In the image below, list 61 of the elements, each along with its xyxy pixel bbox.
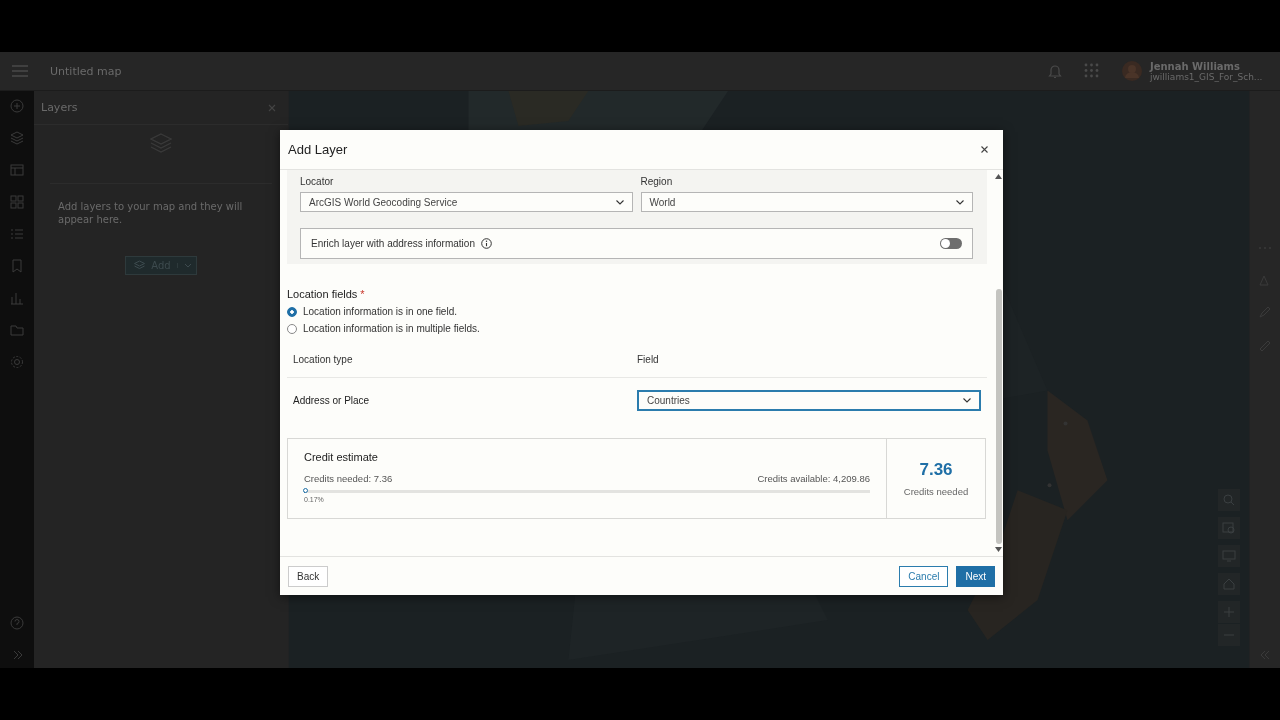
credits-available: Credits available: 4,209.86 xyxy=(757,473,870,484)
home-icon xyxy=(1222,577,1236,591)
credits-caption: Credits needed xyxy=(903,486,969,497)
dialog-button[interactable]: Next xyxy=(956,565,995,587)
card-title: Credit estimate xyxy=(304,451,379,463)
dialog-button[interactable]: Cancel xyxy=(899,565,949,587)
bookmark-icon[interactable] xyxy=(10,259,24,273)
folder-icon[interactable] xyxy=(10,323,24,337)
user-account: jwilliams1_GIS_For_Sch... xyxy=(1150,71,1260,82)
avatar-icon[interactable] xyxy=(1122,61,1142,81)
column-header: Field xyxy=(637,354,660,365)
toggle-switch[interactable] xyxy=(940,238,962,249)
apps-grid-icon[interactable] xyxy=(1084,63,1100,79)
chevron-down-icon xyxy=(615,199,624,205)
chevron-down-icon xyxy=(963,398,971,403)
info-icon xyxy=(480,238,492,249)
radio-button[interactable] xyxy=(287,306,297,317)
credits-value: 7.36 xyxy=(919,460,953,480)
map-title: Untitled map xyxy=(50,64,122,78)
search-button[interactable] xyxy=(1218,489,1240,511)
radio-label: Location information is in one field. xyxy=(303,306,457,317)
credits-needed: Credits needed: 7.36 xyxy=(304,473,393,484)
field-dropdown[interactable]: Countries xyxy=(637,390,981,411)
panel-title: Layers xyxy=(41,101,78,114)
grid-icon[interactable] xyxy=(10,195,24,209)
bell-icon[interactable] xyxy=(1048,63,1062,79)
close-icon[interactable] xyxy=(268,103,276,112)
screen-button[interactable] xyxy=(1218,545,1240,567)
arrow-up-icon xyxy=(995,174,1002,179)
layers-icon[interactable] xyxy=(10,131,24,145)
search-icon xyxy=(1222,493,1236,507)
menu-icon[interactable] xyxy=(12,65,28,77)
settings-icon[interactable] xyxy=(10,355,24,369)
dialog-title: Add Layer xyxy=(288,142,348,157)
enrich-label: Enrich layer with address information xyxy=(311,238,475,249)
radio-label: Location information is in multiple fields. xyxy=(303,323,480,334)
help-icon[interactable] xyxy=(10,616,24,630)
caret-icon xyxy=(183,263,192,268)
user-name: Jennah Williams xyxy=(1150,60,1240,72)
home-button[interactable] xyxy=(1218,573,1240,595)
arrow-down-icon xyxy=(995,547,1002,552)
locator-dropdown[interactable]: ArcGIS World Geocoding Service xyxy=(300,192,633,212)
field-label: Locator xyxy=(300,176,335,187)
table-icon[interactable] xyxy=(10,163,24,177)
layers-icon xyxy=(134,260,146,271)
location-type: Address or Place xyxy=(293,395,371,406)
dialog-button[interactable]: Back xyxy=(288,565,329,587)
column-header: Location type xyxy=(293,354,354,365)
empty-message: Add layers to your map and they will appear here. xyxy=(50,183,272,226)
region-dropdown[interactable]: World xyxy=(640,192,973,212)
field-label: Region xyxy=(640,176,674,187)
section-label: Location fields xyxy=(287,288,358,300)
basemap-icon xyxy=(1222,521,1236,535)
chart-icon[interactable] xyxy=(10,291,24,305)
radio-button[interactable] xyxy=(287,323,297,334)
zoom-in-button[interactable] xyxy=(1218,601,1240,623)
chevron-down-icon xyxy=(956,199,964,205)
basemap-button[interactable] xyxy=(1218,517,1240,539)
required-mark: * xyxy=(360,288,365,300)
close-icon xyxy=(981,146,988,153)
add-icon[interactable] xyxy=(10,99,24,113)
